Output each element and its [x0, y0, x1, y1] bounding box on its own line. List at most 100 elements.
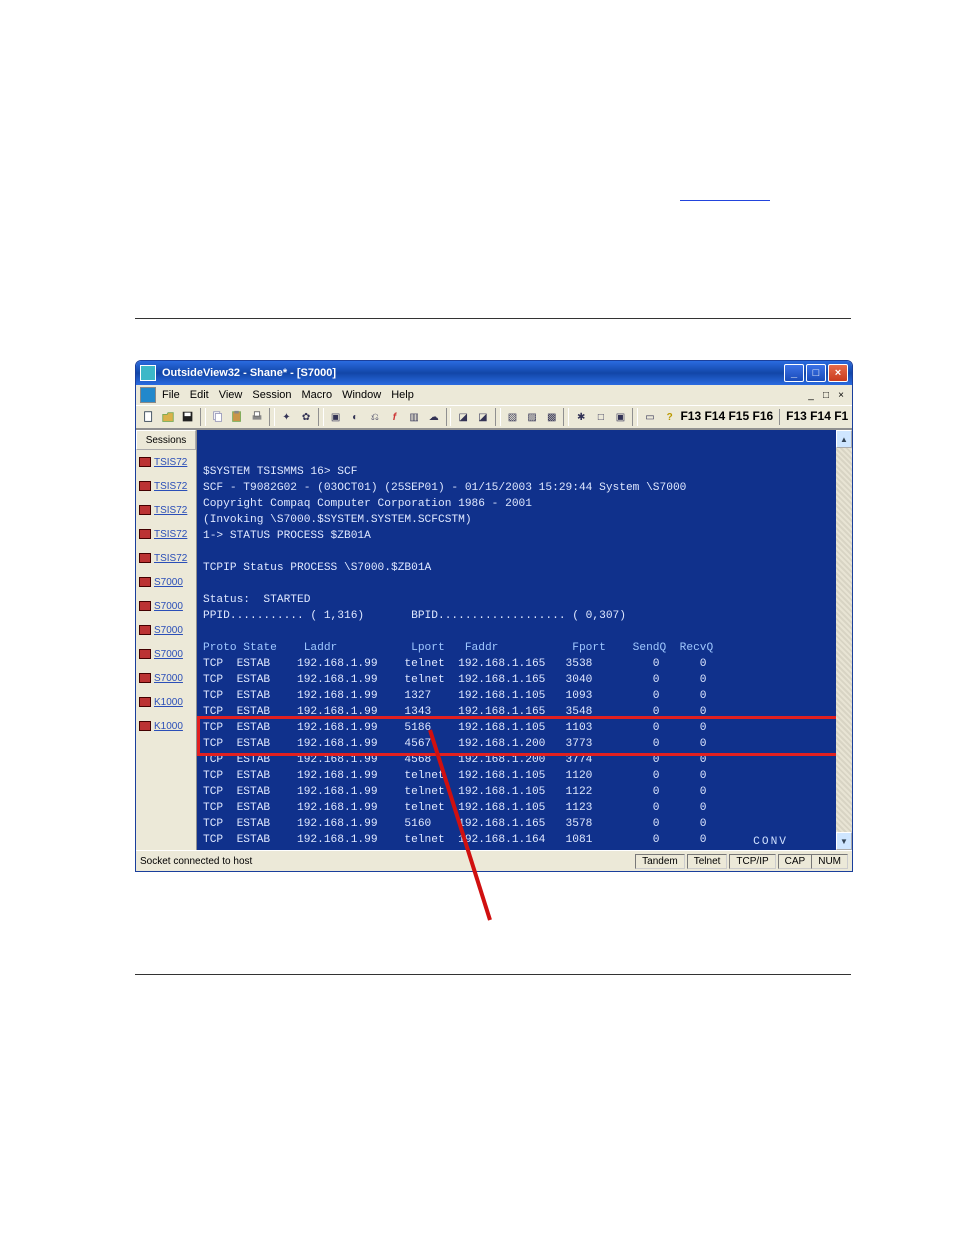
scroll-down-icon[interactable]: ▼ — [836, 832, 852, 850]
terminal-header-row: Proto State Laddr Lport Faddr Fport Send… — [203, 640, 830, 656]
terminal-line: 1-> STATUS PROCESS $ZB01A — [203, 528, 830, 544]
tool-icon[interactable]: ✿ — [297, 408, 315, 426]
mdi-child-icon[interactable] — [140, 387, 156, 403]
menu-session[interactable]: Session — [252, 389, 291, 401]
terminal-data-row: TCP ESTAB 192.168.1.99 telnet 192.168.1.… — [203, 832, 830, 848]
tool-icon[interactable]: ◐ — [346, 408, 364, 426]
session-item[interactable]: TSIS72 — [136, 498, 196, 522]
menu-help[interactable]: Help — [391, 389, 414, 401]
tool-icon[interactable]: ▣ — [612, 408, 630, 426]
tool-icon[interactable]: ▨ — [523, 408, 541, 426]
tool-icon[interactable]: ▣ — [327, 408, 345, 426]
close-button[interactable]: × — [828, 364, 848, 382]
session-icon — [139, 457, 151, 467]
terminal-data-row: TCP ESTAB 192.168.1.99 telnet 192.168.1.… — [203, 784, 830, 800]
session-label: TSIS72 — [154, 553, 187, 564]
toolbar: ✦ ✿ ▣ ◐ ⎌ f ▥ ☁ ◪ ◪ ▧ ▨ ▩ ✱ □ ▣ ▭ ? F13 … — [136, 405, 852, 429]
sessions-header-button[interactable]: Sessions — [136, 430, 196, 450]
tool-icon[interactable]: ✦ — [278, 408, 296, 426]
vertical-scrollbar[interactable]: ▲ ▼ — [836, 430, 852, 850]
tool-icon[interactable]: ▩ — [543, 408, 561, 426]
tool-icon[interactable]: ☁ — [425, 408, 443, 426]
session-icon — [139, 481, 151, 491]
terminal-line: Copyright Compaq Computer Corporation 19… — [203, 496, 830, 512]
session-item[interactable]: TSIS72 — [136, 546, 196, 570]
print-icon[interactable] — [248, 408, 266, 426]
app-icon — [140, 365, 156, 381]
terminal-data-row: TCP ESTAB 192.168.1.99 telnet 192.168.1.… — [203, 656, 830, 672]
maximize-button[interactable]: □ — [806, 364, 826, 382]
new-icon[interactable] — [140, 408, 158, 426]
terminal-data-row: TCP ESTAB 192.168.1.99 1327 192.168.1.10… — [203, 688, 830, 704]
tool-icon[interactable]: ✱ — [572, 408, 590, 426]
copy-icon[interactable] — [209, 408, 227, 426]
status-protocol: Telnet — [687, 854, 728, 869]
tool-icon[interactable]: ▭ — [641, 408, 659, 426]
session-item[interactable]: S7000 — [136, 618, 196, 642]
open-icon[interactable] — [160, 408, 178, 426]
session-icon — [139, 529, 151, 539]
sessions-sidebar: Sessions TSIS72 TSIS72 TSIS72 TSIS72 TSIS72 S… — [136, 430, 197, 850]
divider — [135, 318, 851, 319]
mdi-close-button[interactable]: × — [834, 389, 848, 401]
titlebar[interactable]: OutsideView32 - Shane* - [S7000] _ □ × — [136, 361, 852, 385]
scroll-up-icon[interactable]: ▲ — [836, 430, 852, 448]
terminal-data-row: TCP ESTAB 192.168.1.99 4567 192.168.1.20… — [203, 736, 830, 752]
menu-window[interactable]: Window — [342, 389, 381, 401]
terminal-line — [203, 576, 830, 592]
fkeys-group-right[interactable]: F13 F14 F1 — [786, 409, 848, 425]
session-item[interactable]: TSIS72 — [136, 450, 196, 474]
menubar: File Edit View Session Macro Window Help… — [136, 385, 852, 405]
tool-icon[interactable]: ⎌ — [366, 408, 384, 426]
tool-icon[interactable]: ▧ — [504, 408, 522, 426]
minimize-button[interactable]: _ — [784, 364, 804, 382]
tool-icon[interactable]: ◪ — [474, 408, 492, 426]
terminal-output[interactable]: $SYSTEM TSISMMS 16> SCFSCF - T9082G02 - … — [197, 430, 836, 850]
session-label: TSIS72 — [154, 457, 187, 468]
session-item[interactable]: S7000 — [136, 594, 196, 618]
save-icon[interactable] — [179, 408, 197, 426]
session-item[interactable]: TSIS72 — [136, 522, 196, 546]
session-icon — [139, 721, 151, 731]
session-item[interactable]: S7000 — [136, 666, 196, 690]
session-label: TSIS72 — [154, 505, 187, 516]
terminal-line — [203, 544, 830, 560]
session-label: TSIS72 — [154, 529, 187, 540]
mdi-restore-button[interactable]: □ — [819, 389, 833, 401]
session-item[interactable]: S7000 — [136, 570, 196, 594]
statusbar: Socket connected to host Tandem Telnet T… — [136, 850, 852, 871]
menu-edit[interactable]: Edit — [190, 389, 209, 401]
status-emulation: Tandem — [635, 854, 685, 869]
tool-icon[interactable]: □ — [592, 408, 610, 426]
terminal-line: PPID........... ( 1,316) BPID...........… — [203, 608, 830, 624]
application-window: OutsideView32 - Shane* - [S7000] _ □ × F… — [135, 360, 853, 872]
menu-view[interactable]: View — [219, 389, 243, 401]
terminal-data-row: TCP ESTAB 192.168.1.99 4568 192.168.1.20… — [203, 752, 830, 768]
terminal-line: TCPIP Status PROCESS \S7000.$ZB01A — [203, 560, 830, 576]
tool-icon[interactable]: ◪ — [454, 408, 472, 426]
scrollbar-track[interactable] — [836, 448, 852, 832]
session-icon — [139, 625, 151, 635]
window-title: OutsideView32 - Shane* - [S7000] — [162, 367, 336, 379]
conv-indicator: CONV — [753, 834, 788, 850]
menu-macro[interactable]: Macro — [302, 389, 333, 401]
session-label: K1000 — [154, 697, 183, 708]
session-item[interactable]: K1000 — [136, 714, 196, 738]
function-icon[interactable]: f — [386, 408, 404, 426]
terminal-data-row: TCP ESTAB 192.168.1.99 5186 192.168.1.10… — [203, 720, 830, 736]
paste-icon[interactable] — [228, 408, 246, 426]
menu-file[interactable]: File — [162, 389, 180, 401]
mdi-minimize-button[interactable]: _ — [804, 389, 818, 401]
session-icon — [139, 673, 151, 683]
fkeys-group-left[interactable]: F13 F14 F15 F16 — [680, 409, 773, 425]
session-item[interactable]: S7000 — [136, 642, 196, 666]
session-label: S7000 — [154, 625, 183, 636]
help-icon[interactable]: ? — [661, 408, 679, 426]
session-label: S7000 — [154, 601, 183, 612]
session-item[interactable]: TSIS72 — [136, 474, 196, 498]
session-icon — [139, 505, 151, 515]
session-item[interactable]: K1000 — [136, 690, 196, 714]
terminal-line: (Invoking \S7000.$SYSTEM.SYSTEM.SCFCSTM) — [203, 512, 830, 528]
tool-icon[interactable]: ▥ — [405, 408, 423, 426]
terminal-line: $SYSTEM TSISMMS 16> SCF — [203, 464, 830, 480]
